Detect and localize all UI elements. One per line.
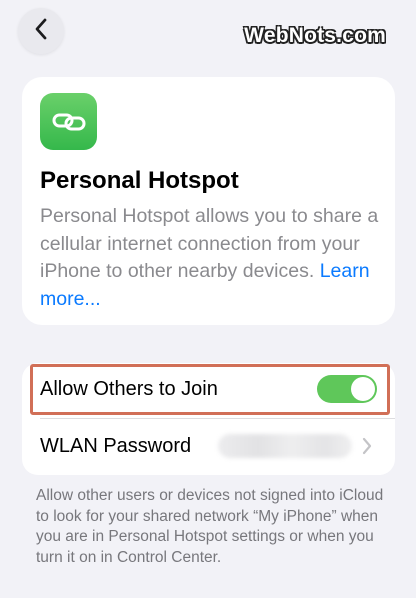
hotspot-description: Personal Hotspot allows you to share a c… [40, 203, 380, 313]
watermark: WebNots.com [244, 24, 386, 47]
highlight-box [30, 364, 390, 415]
back-button[interactable] [18, 8, 64, 54]
link-icon [40, 93, 97, 150]
wlan-password-label[interactable]: WLAN Password [40, 435, 191, 458]
page-title: Personal Hotspot [40, 167, 239, 194]
chevron-left-icon [34, 18, 48, 45]
wlan-password-value [218, 434, 352, 458]
divider [40, 418, 395, 419]
chevron-right-icon[interactable] [362, 437, 372, 460]
footer-note: Allow other users or devices not signed … [36, 487, 384, 566]
